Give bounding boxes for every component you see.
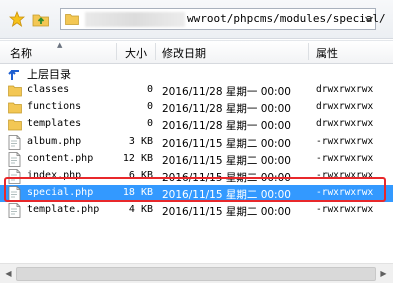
- column-header: ▲ 名称 大小 修改日期 属性: [0, 40, 393, 64]
- up-arrow-icon: [8, 66, 22, 81]
- favorite-star-icon[interactable]: [8, 10, 26, 28]
- file-modified-date: 2016/11/28 星期一 00:00: [162, 120, 291, 133]
- column-date[interactable]: 修改日期: [162, 45, 206, 61]
- folder-icon: [8, 117, 22, 132]
- file-modified-date: 2016/11/28 星期一 00:00: [162, 86, 291, 98]
- file-size: 4 KB: [128, 204, 153, 216]
- php-file-icon: [8, 134, 22, 150]
- column-perm[interactable]: 属性: [316, 45, 338, 61]
- file-size: 3 KB: [128, 135, 153, 147]
- folder-icon: [8, 100, 22, 115]
- file-row[interactable]: template.php 4 KB 2016/11/15 星期二 00:00 -rwx…: [0, 202, 393, 219]
- file-name: functions: [27, 101, 82, 113]
- folder-icon: [8, 83, 22, 98]
- go-up-folder-icon[interactable]: [32, 10, 50, 28]
- file-permissions: -rwxrwxrwx: [316, 204, 374, 216]
- scroll-right-icon[interactable]: ▶: [377, 267, 390, 280]
- php-file-icon: [8, 203, 22, 219]
- file-row[interactable]: functions 0 2016/11/28 星期一 00:00 drwxrwxrwx: [0, 99, 393, 116]
- path-input[interactable]: wwroot/phpcms/modules/special/: [60, 8, 386, 30]
- file-permissions: -rwxrwxrwx: [316, 152, 374, 164]
- file-size: 0: [146, 84, 153, 95]
- file-name: album.php: [27, 135, 82, 147]
- file-name: templates: [27, 118, 82, 130]
- column-divider[interactable]: [308, 43, 309, 60]
- column-name[interactable]: 名称: [10, 45, 32, 61]
- file-size: 0: [146, 101, 153, 113]
- file-size: 0: [146, 118, 153, 130]
- up-directory-row[interactable]: 上层目录: [0, 65, 393, 82]
- file-row[interactable]: album.php 3 KB 2016/11/15 星期二 00:00 -rwxrwx…: [0, 134, 393, 151]
- file-row[interactable]: classes 0 2016/11/28 星期一 00:00 drwxrwxrwx: [0, 82, 393, 99]
- file-name: classes: [27, 84, 70, 95]
- highlight-box: [4, 177, 386, 202]
- file-modified-date: 2016/11/28 星期一 00:00: [162, 103, 291, 116]
- file-permissions: drwxrwxrwx: [316, 101, 374, 113]
- file-name: template.php: [27, 204, 100, 216]
- sort-ascending-icon: ▲: [57, 41, 63, 49]
- toolbar: wwroot/phpcms/modules/special/: [0, 0, 393, 39]
- column-size[interactable]: 大小: [125, 45, 147, 61]
- horizontal-scrollbar[interactable]: ◀ ▶: [0, 263, 393, 283]
- file-modified-date: 2016/11/15 星期二 00:00: [162, 206, 291, 219]
- scroll-left-icon[interactable]: ◀: [2, 267, 15, 280]
- file-row[interactable]: content.php 12 KB 2016/11/15 星期二 00:00 -rwx…: [0, 151, 393, 168]
- up-directory-label: 上层目录: [27, 68, 71, 81]
- path-text: wwroot/phpcms/modules/special/: [187, 12, 386, 25]
- folder-icon: [65, 12, 79, 26]
- chevron-down-icon[interactable]: [361, 8, 376, 30]
- file-modified-date: 2016/11/15 星期二 00:00: [162, 137, 291, 150]
- file-size: 12 KB: [122, 152, 153, 164]
- file-row[interactable]: templates 0 2016/11/28 星期一 00:00 drwxrwxrwx: [0, 116, 393, 133]
- column-divider[interactable]: [116, 43, 117, 60]
- file-permissions: -rwxrwxrwx: [316, 135, 374, 147]
- php-file-icon: [8, 151, 22, 167]
- file-modified-date: 2016/11/15 星期二 00:00: [162, 154, 291, 167]
- file-permissions: drwxrwxrwx: [316, 84, 374, 95]
- redacted-path-segment: [85, 12, 185, 27]
- scrollbar-thumb[interactable]: [16, 267, 376, 281]
- column-divider[interactable]: [155, 43, 156, 60]
- file-name: content.php: [27, 152, 94, 164]
- file-permissions: drwxrwxrwx: [316, 118, 374, 130]
